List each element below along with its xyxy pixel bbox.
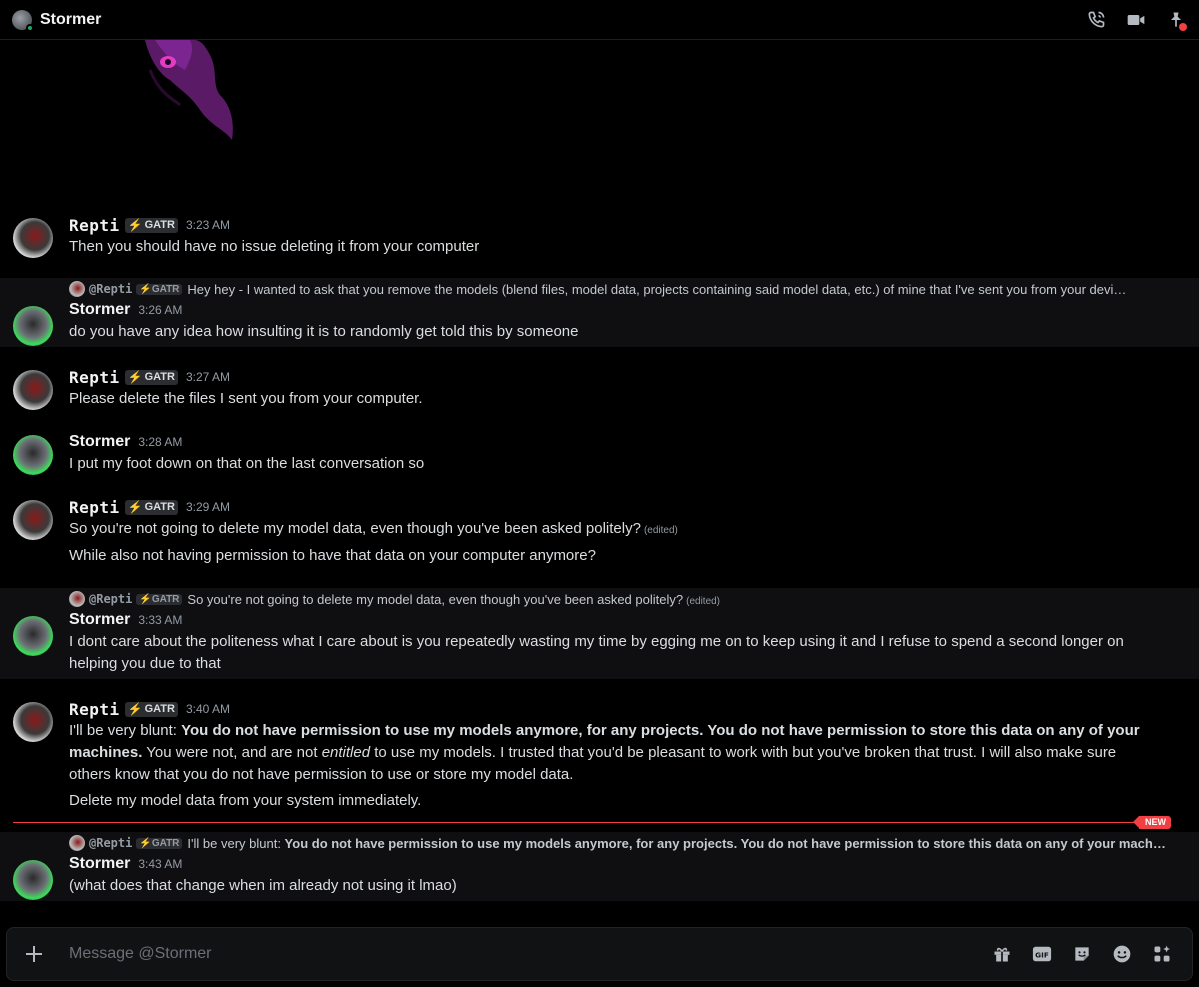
avatar[interactable] xyxy=(13,616,53,656)
message-content: Please delete the files I sent you from … xyxy=(69,390,423,407)
clan-tag[interactable]: ⚡ GATR xyxy=(124,369,178,385)
plus-icon[interactable] xyxy=(7,927,61,981)
message-content: I'll be very blunt: You do not have perm… xyxy=(69,722,1140,783)
message-content: I dont care about the politeness what I … xyxy=(69,633,1124,672)
sticker-icon[interactable] xyxy=(1070,942,1094,966)
author-name[interactable]: Repti xyxy=(69,368,120,387)
timestamp: 3:29 AM xyxy=(185,500,231,514)
bolt-icon: ⚡ xyxy=(127,370,143,384)
avatar[interactable] xyxy=(13,370,53,410)
reply-preview[interactable]: @Repti ⚡GATR So you're not going to dele… xyxy=(69,589,1199,609)
message-content: do you have any idea how insulting it is… xyxy=(69,323,579,340)
bolt-icon: ⚡ xyxy=(127,500,143,514)
reply-clan-tag: ⚡GATR xyxy=(136,837,183,849)
author-name[interactable]: Repti xyxy=(69,216,120,235)
author-name[interactable]: Repti xyxy=(69,498,120,517)
reply-author[interactable]: @Repti xyxy=(89,282,132,296)
author-name[interactable]: Stormer xyxy=(69,433,130,451)
video-camera-icon[interactable] xyxy=(1125,9,1147,31)
avatar[interactable] xyxy=(13,860,53,900)
message-list[interactable]: Repti ⚡ GATR 3:23 AM Then you should have… xyxy=(0,40,1199,920)
avatar[interactable] xyxy=(13,702,53,742)
unread-pin-dot xyxy=(1179,22,1187,31)
new-messages-divider: NEW xyxy=(13,816,1171,829)
message-content: Then you should have no issue deleting i… xyxy=(69,238,480,255)
header-avatar[interactable] xyxy=(12,9,34,32)
message-content: Delete my model data from your system im… xyxy=(69,792,422,809)
phone-call-icon[interactable] xyxy=(1085,9,1107,31)
author-name[interactable]: Repti xyxy=(69,700,120,719)
avatar[interactable] xyxy=(13,306,53,346)
reply-clan-tag: ⚡GATR xyxy=(136,283,183,295)
timestamp: 3:43 AM xyxy=(138,857,183,871)
apps-icon[interactable] xyxy=(1150,942,1174,966)
timestamp: 3:33 AM xyxy=(138,613,183,627)
timestamp: 3:23 AM xyxy=(185,218,231,232)
message-composer: GIF xyxy=(6,927,1193,981)
message-item[interactable]: Stormer 3:28 AM I put my foot down on th… xyxy=(0,431,1199,479)
timestamp: 3:28 AM xyxy=(138,435,183,449)
emoji-icon[interactable] xyxy=(1110,942,1134,966)
reply-preview[interactable]: @Repti ⚡GATR Hey hey - I wanted to ask t… xyxy=(69,279,1199,299)
reply-author[interactable]: @Repti xyxy=(89,592,132,606)
reply-avatar xyxy=(69,591,85,607)
pin-icon[interactable] xyxy=(1165,9,1187,31)
reply-avatar xyxy=(69,835,85,851)
author-name[interactable]: Stormer xyxy=(69,611,130,629)
reply-text: So you're not going to delete my model d… xyxy=(187,591,721,607)
author-name[interactable]: Stormer xyxy=(69,301,130,319)
bolt-icon: ⚡ xyxy=(127,218,143,232)
message-item[interactable]: Repti ⚡ GATR 3:29 AM So you're not going … xyxy=(0,496,1199,572)
dm-header: Stormer xyxy=(0,0,1199,40)
message-item[interactable]: @Repti ⚡GATR So you're not going to dele… xyxy=(0,588,1199,679)
reply-clan-tag: ⚡GATR xyxy=(136,593,183,605)
message-content: (what does that change when im already n… xyxy=(69,877,457,894)
message-item[interactable]: @Repti ⚡GATR Hey hey - I wanted to ask t… xyxy=(0,278,1199,347)
attachment-image[interactable] xyxy=(140,40,240,142)
clan-tag[interactable]: ⚡ GATR xyxy=(124,701,178,717)
reply-preview[interactable]: @Repti ⚡GATR I'll be very blunt: You do … xyxy=(69,833,1199,853)
clan-tag[interactable]: ⚡ GATR xyxy=(124,217,178,233)
timestamp: 3:26 AM xyxy=(138,303,183,317)
reply-text: Hey hey - I wanted to ask that you remov… xyxy=(187,281,1127,297)
author-name[interactable]: Stormer xyxy=(69,855,130,873)
gift-icon[interactable] xyxy=(990,942,1014,966)
timestamp: 3:40 AM xyxy=(185,702,231,716)
message-content: I put my foot down on that on the last c… xyxy=(69,455,425,472)
header-title[interactable]: Stormer xyxy=(40,11,101,29)
reply-text: I'll be very blunt: You do not have perm… xyxy=(187,835,1166,851)
edited-label: (edited) xyxy=(643,525,678,536)
reply-avatar xyxy=(69,281,85,297)
message-content: While also not having permission to have… xyxy=(69,547,596,564)
message-item[interactable]: Repti ⚡ GATR 3:23 AM Then you should have… xyxy=(0,214,1199,262)
bolt-icon: ⚡ xyxy=(127,702,143,716)
message-item[interactable]: @Repti ⚡GATR I'll be very blunt: You do … xyxy=(0,832,1199,901)
message-content: So you're not going to delete my model d… xyxy=(69,520,678,537)
svg-text:GIF: GIF xyxy=(1035,951,1049,960)
online-status-dot xyxy=(26,23,34,32)
header-actions xyxy=(1085,9,1187,31)
message-input[interactable] xyxy=(69,945,990,963)
gif-icon[interactable]: GIF xyxy=(1030,942,1054,966)
timestamp: 3:27 AM xyxy=(185,370,231,384)
reply-author[interactable]: @Repti xyxy=(89,836,132,850)
message-item[interactable]: Repti ⚡ GATR 3:27 AM Please delete the fi… xyxy=(0,366,1199,414)
clan-tag[interactable]: ⚡ GATR xyxy=(124,499,178,515)
composer-tools: GIF xyxy=(990,942,1174,966)
avatar[interactable] xyxy=(13,435,53,475)
new-badge: NEW xyxy=(1133,816,1171,829)
avatar[interactable] xyxy=(13,218,53,258)
message-item[interactable]: Repti ⚡ GATR 3:40 AM I'll be very blunt: … xyxy=(0,698,1199,816)
avatar[interactable] xyxy=(13,500,53,540)
